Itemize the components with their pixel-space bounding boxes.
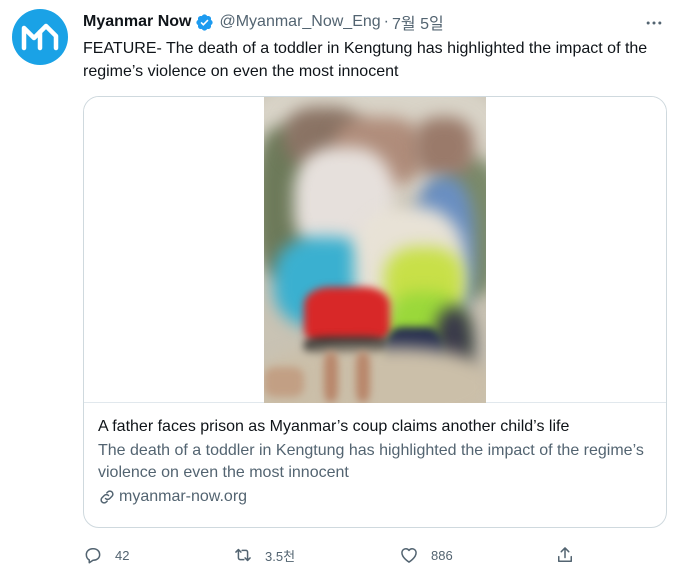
card-description: The death of a toddler in Kengtung has h… xyxy=(98,442,644,481)
tweet-text: FEATURE- The death of a toddler in Kengt… xyxy=(83,40,648,80)
reply-button[interactable]: 42 xyxy=(83,542,129,568)
card-image-area[interactable] xyxy=(84,97,666,403)
like-icon xyxy=(401,548,417,563)
more-icon xyxy=(646,21,662,25)
retweet-button[interactable]: 3.5천 xyxy=(233,542,295,568)
card-title[interactable]: A father faces prison as Myanmar’s coup … xyxy=(98,416,652,438)
tweet[interactable]: Myanmar Now @Myanmar_Now_Eng · 7월 5일 FEA… xyxy=(0,0,680,582)
retweet-icon xyxy=(235,548,251,562)
myanmar-now-logo-icon xyxy=(21,23,59,51)
card-body[interactable]: A father faces prison as Myanmar’s coup … xyxy=(84,404,666,520)
author-handle[interactable]: @Myanmar_Now_Eng xyxy=(219,13,380,31)
reply-count: 42 xyxy=(115,547,130,563)
like-button[interactable]: 886 xyxy=(399,542,453,568)
like-count: 886 xyxy=(431,547,453,563)
action-bar: 42 3.5천 886 xyxy=(83,542,583,568)
more-button[interactable] xyxy=(642,11,666,35)
tweet-header: Myanmar Now @Myanmar_Now_Eng · 7월 5일 xyxy=(83,11,444,33)
tweet-date[interactable]: 7월 5일 xyxy=(392,10,444,34)
share-icon xyxy=(558,547,572,562)
reply-icon xyxy=(85,548,101,564)
author-name[interactable]: Myanmar Now xyxy=(83,13,191,31)
card-domain[interactable]: myanmar-now.org xyxy=(98,486,652,508)
link-icon xyxy=(100,490,114,504)
separator: · xyxy=(383,13,389,30)
link-card[interactable]: A father faces prison as Myanmar’s coup … xyxy=(83,96,667,528)
verified-badge-icon xyxy=(195,13,214,32)
share-button[interactable] xyxy=(555,542,587,568)
blurred-photo xyxy=(264,97,486,403)
avatar[interactable] xyxy=(12,9,68,65)
retweet-count: 3.5천 xyxy=(265,548,296,564)
card-domain-text: myanmar-now.org xyxy=(119,488,248,505)
